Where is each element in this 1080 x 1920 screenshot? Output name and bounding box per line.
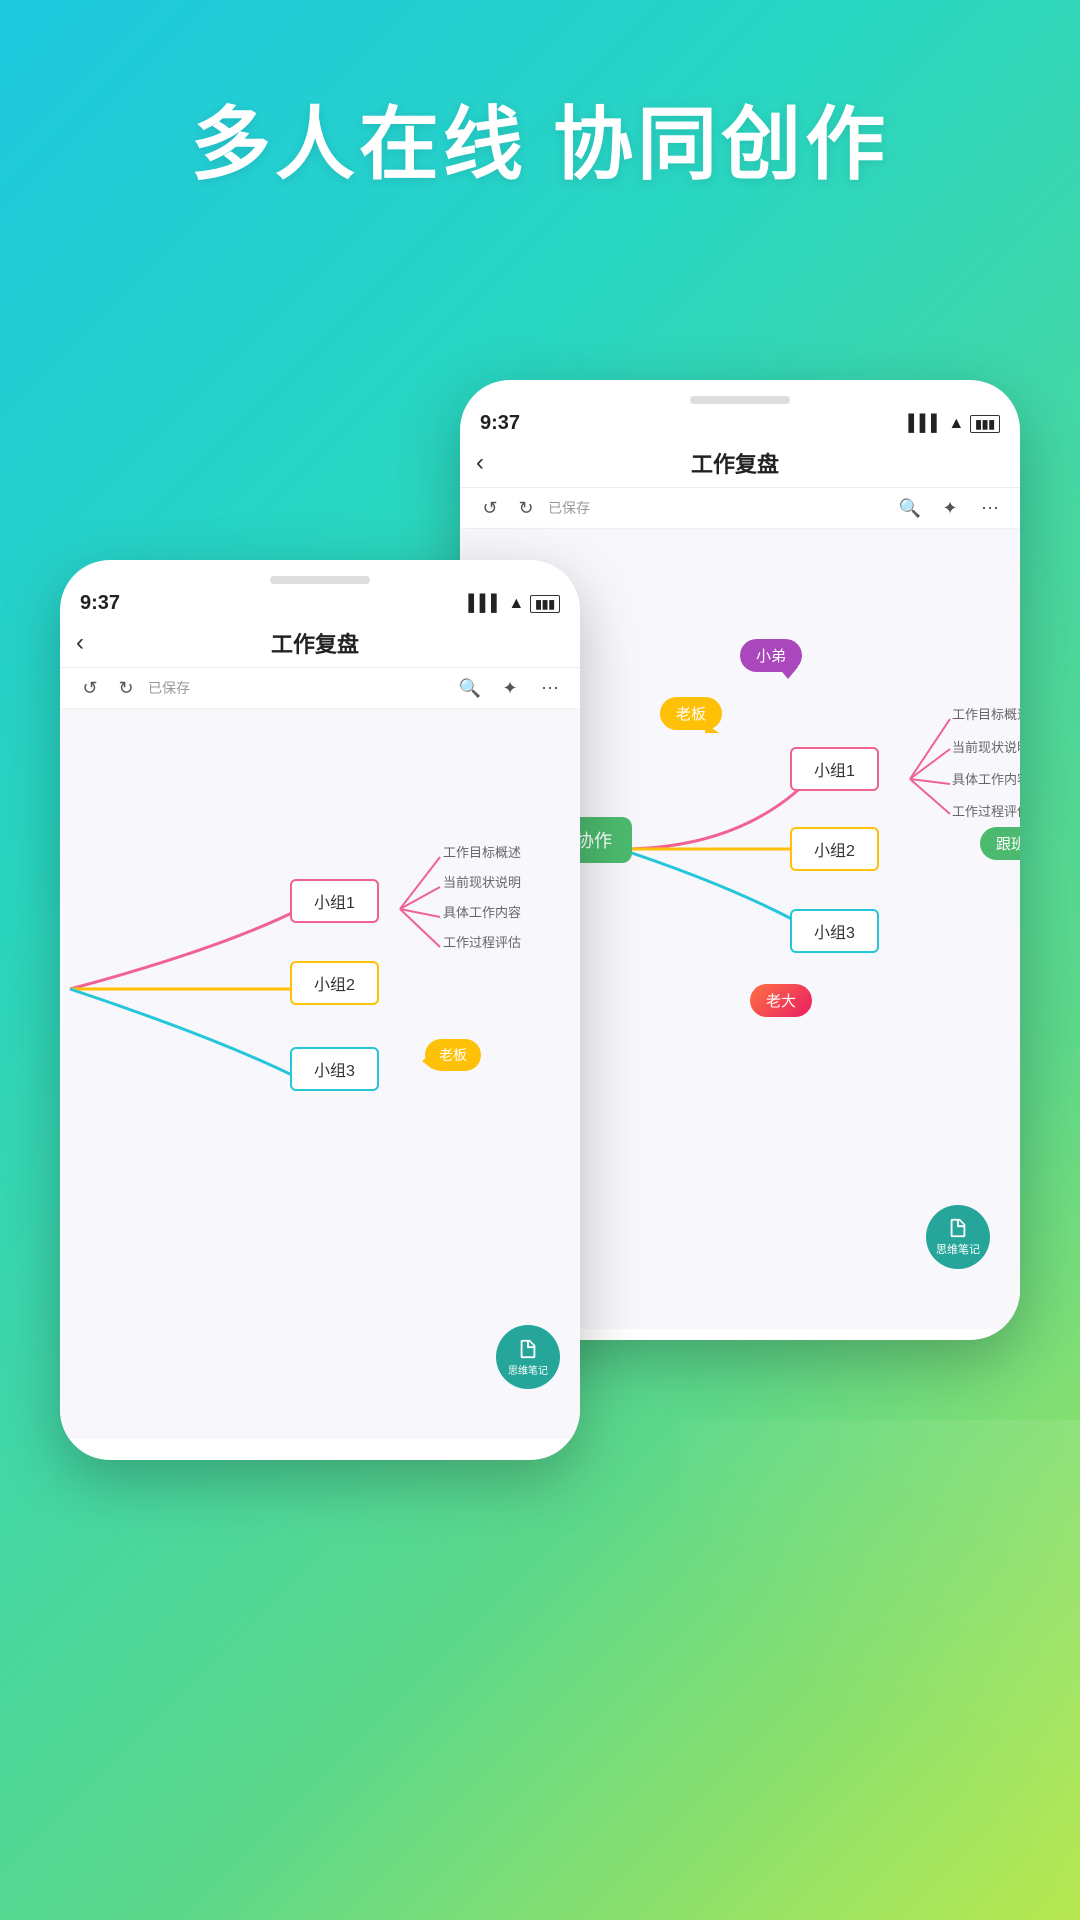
sub1-back: 工作目标概述 bbox=[952, 704, 1020, 723]
search-button-front[interactable]: 🔍 bbox=[456, 674, 484, 702]
saved-label-back: 已保存 bbox=[548, 498, 888, 518]
status-bar-front: 9:37 ▌▌▌ ▲ ▮▮▮ bbox=[60, 584, 580, 619]
sub4-front: 工作过程评估 bbox=[443, 932, 521, 951]
group2-node-front[interactable]: 小组2 bbox=[290, 961, 379, 1005]
share-button-back[interactable]: ✦ bbox=[936, 494, 964, 522]
phone-front: 9:37 ▌▌▌ ▲ ▮▮▮ ‹ 工作复盘 ↺ ↻ 已保存 🔍 ✦ ⋯ bbox=[60, 560, 580, 1460]
wifi-icon-front: ▲ bbox=[508, 595, 524, 613]
sub4-text-front: 工作过程评估 bbox=[443, 932, 521, 951]
back-button-front[interactable]: ‹ bbox=[76, 629, 84, 657]
status-icons-back: ▌▌▌ ▲ ▮▮▮ bbox=[908, 415, 1000, 433]
big-text-back: 老大 bbox=[766, 990, 796, 1011]
toolbar-right-back: 🔍 ✦ ⋯ bbox=[896, 494, 1004, 522]
group3-text-front: 小组3 bbox=[314, 1057, 355, 1081]
sub4-text-back: 工作过程评估 bbox=[952, 801, 1020, 820]
note-icon-front[interactable]: 思维笔记 bbox=[496, 1325, 560, 1389]
group2-node-back[interactable]: 小组2 bbox=[790, 827, 879, 871]
boss-text-front: 老板 bbox=[439, 1045, 467, 1065]
note-svg-front bbox=[517, 1338, 539, 1360]
app-header-front: ‹ 工作复盘 bbox=[60, 619, 580, 668]
sub1-front: 工作目标概述 bbox=[443, 842, 521, 861]
follow-bubble-back: 跟班 bbox=[980, 827, 1020, 860]
speaker-back bbox=[690, 396, 790, 404]
big-bubble-back: 老大 bbox=[750, 984, 812, 1017]
group3-text-back: 小组3 bbox=[814, 919, 855, 943]
sub3-back: 具体工作内容 bbox=[952, 769, 1020, 788]
undo-button-back[interactable]: ↺ bbox=[476, 494, 504, 522]
undo-button-front[interactable]: ↺ bbox=[76, 674, 104, 702]
speaker-front bbox=[270, 576, 370, 584]
sibling-text-back: 小弟 bbox=[756, 645, 786, 666]
signal-icon-back: ▌▌▌ bbox=[908, 415, 942, 433]
saved-label-front: 已保存 bbox=[148, 678, 448, 698]
sub3-front: 具体工作内容 bbox=[443, 902, 521, 921]
redo-button-front[interactable]: ↻ bbox=[112, 674, 140, 702]
app-header-back: ‹ 工作复盘 bbox=[460, 439, 1020, 488]
mindmap-front: 小组1 小组2 小组3 老板 工作目标概述 当前现状说明 具体工作内容 工作过程… bbox=[60, 709, 580, 1439]
redo-button-back[interactable]: ↻ bbox=[512, 494, 540, 522]
sibling-arrow-back bbox=[778, 667, 798, 679]
boss-text-back: 老板 bbox=[676, 703, 706, 724]
follow-text-back: 跟班 bbox=[996, 833, 1020, 854]
toolbar-right-front: 🔍 ✦ ⋯ bbox=[456, 674, 564, 702]
sub3-text-front: 具体工作内容 bbox=[443, 902, 521, 921]
group1-node-back[interactable]: 小组1 bbox=[790, 747, 879, 791]
wifi-icon-back: ▲ bbox=[948, 415, 964, 433]
group3-node-front[interactable]: 小组3 bbox=[290, 1047, 379, 1091]
share-button-front[interactable]: ✦ bbox=[496, 674, 524, 702]
sub3-text-back: 具体工作内容 bbox=[952, 769, 1020, 788]
more-button-back[interactable]: ⋯ bbox=[976, 494, 1004, 522]
signal-icon-front: ▌▌▌ bbox=[468, 595, 502, 613]
more-button-front[interactable]: ⋯ bbox=[536, 674, 564, 702]
group3-node-back[interactable]: 小组3 bbox=[790, 909, 879, 953]
note-label-back: 思维笔记 bbox=[936, 1241, 980, 1257]
app-title-front: 工作复盘 bbox=[94, 627, 536, 659]
app-title-back: 工作复盘 bbox=[494, 447, 976, 479]
note-svg-back bbox=[947, 1217, 969, 1239]
group1-text-back: 小组1 bbox=[814, 757, 855, 781]
group2-text-back: 小组2 bbox=[814, 837, 855, 861]
boss-bubble-front: 老板 bbox=[425, 1039, 481, 1071]
group1-node-front[interactable]: 小组1 bbox=[290, 879, 379, 923]
sub2-text-back: 当前现状说明 bbox=[952, 737, 1020, 756]
sub1-text-front: 工作目标概述 bbox=[443, 842, 521, 861]
back-button-back[interactable]: ‹ bbox=[476, 449, 484, 477]
search-button-back[interactable]: 🔍 bbox=[896, 494, 924, 522]
battery-icon-back: ▮▮▮ bbox=[970, 415, 1000, 433]
group1-text-front: 小组1 bbox=[314, 889, 355, 913]
battery-icon-front: ▮▮▮ bbox=[530, 595, 560, 613]
hero-text: 多人在线 协同创作 bbox=[191, 100, 889, 189]
note-icon-back[interactable]: 思维笔记 bbox=[926, 1205, 990, 1269]
note-label-front: 思维笔记 bbox=[508, 1362, 548, 1377]
sub2-front: 当前现状说明 bbox=[443, 872, 521, 891]
status-time-back: 9:37 bbox=[480, 412, 520, 435]
hero-title: 多人在线 协同创作 bbox=[0, 80, 1080, 196]
decorative-ray bbox=[680, 1420, 1080, 1920]
group2-text-front: 小组2 bbox=[314, 971, 355, 995]
boss-arrow-back bbox=[705, 723, 719, 733]
status-bar-back: 9:37 ▌▌▌ ▲ ▮▮▮ bbox=[460, 404, 1020, 439]
toolbar-front: ↺ ↻ 已保存 🔍 ✦ ⋯ bbox=[60, 668, 580, 709]
sub2-text-front: 当前现状说明 bbox=[443, 872, 521, 891]
sub2-back: 当前现状说明 bbox=[952, 737, 1020, 756]
toolbar-back: ↺ ↻ 已保存 🔍 ✦ ⋯ bbox=[460, 488, 1020, 529]
boss-arrow-front bbox=[422, 1053, 432, 1069]
sub1-text-back: 工作目标概述 bbox=[952, 704, 1020, 723]
status-time-front: 9:37 bbox=[80, 592, 120, 615]
sub4-back: 工作过程评估 bbox=[952, 801, 1020, 820]
status-icons-front: ▌▌▌ ▲ ▮▮▮ bbox=[468, 595, 560, 613]
